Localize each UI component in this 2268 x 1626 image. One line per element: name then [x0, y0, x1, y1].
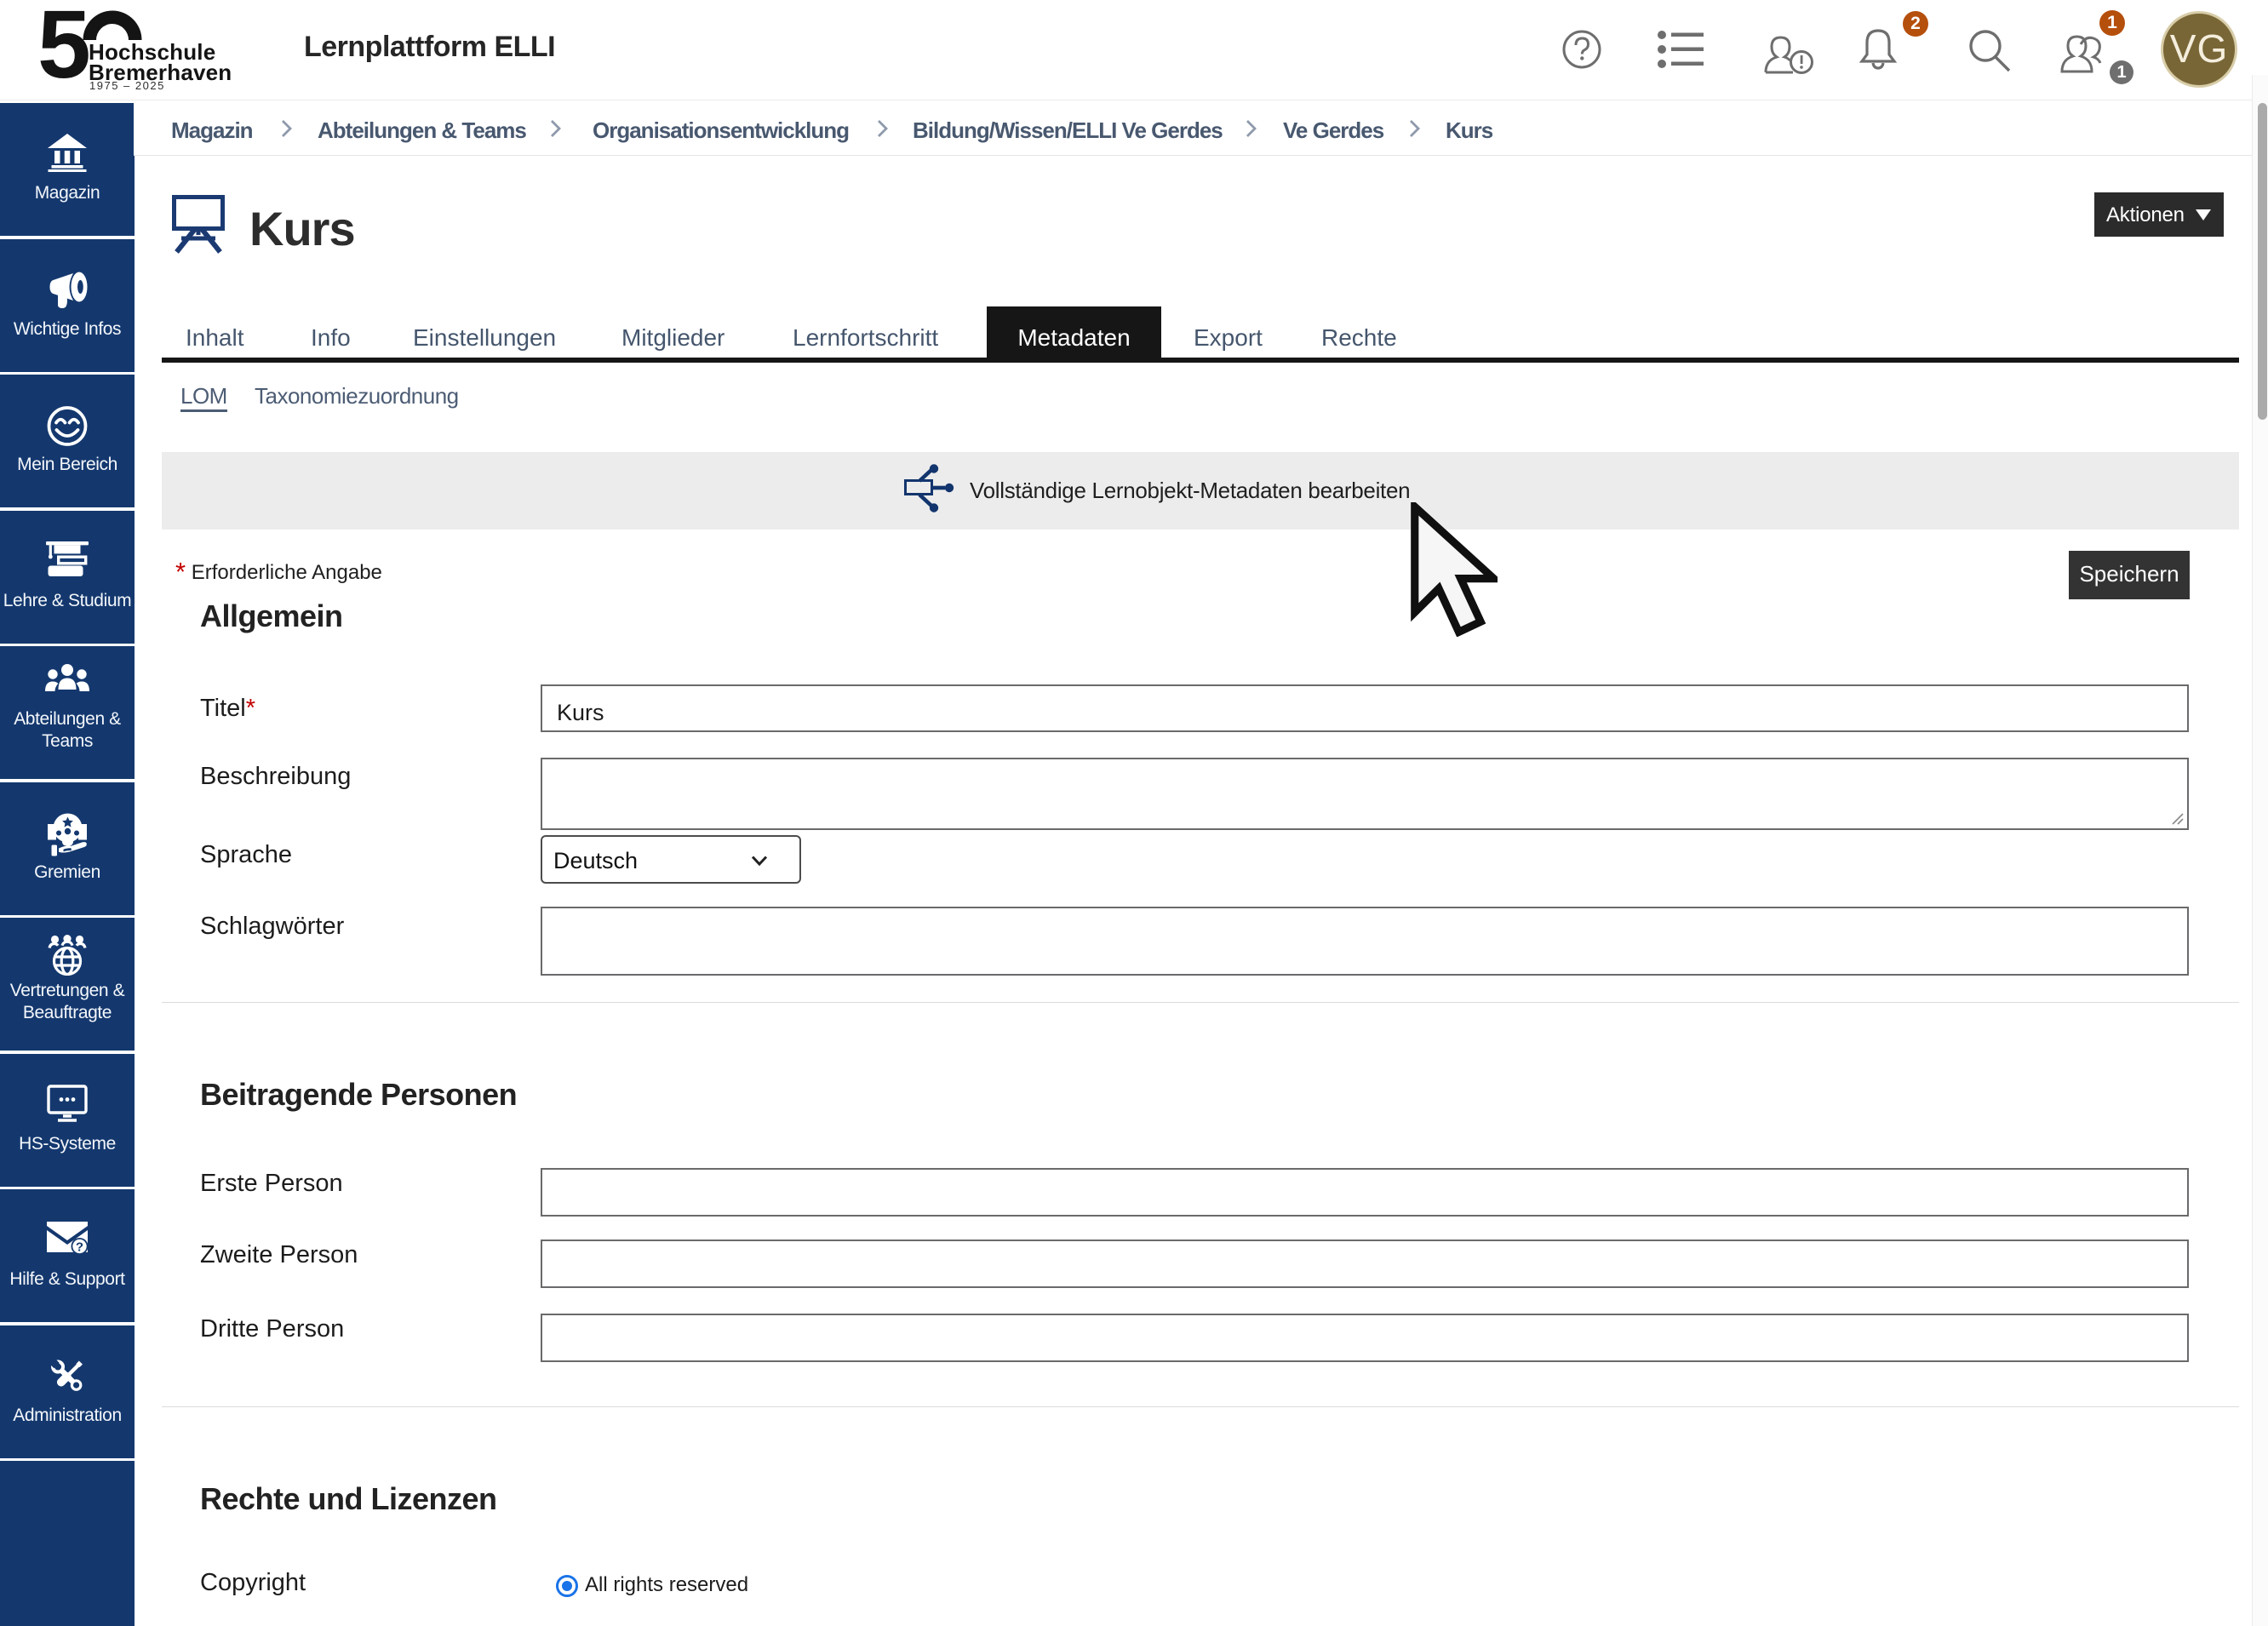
svg-text:?: ? — [76, 1240, 83, 1255]
